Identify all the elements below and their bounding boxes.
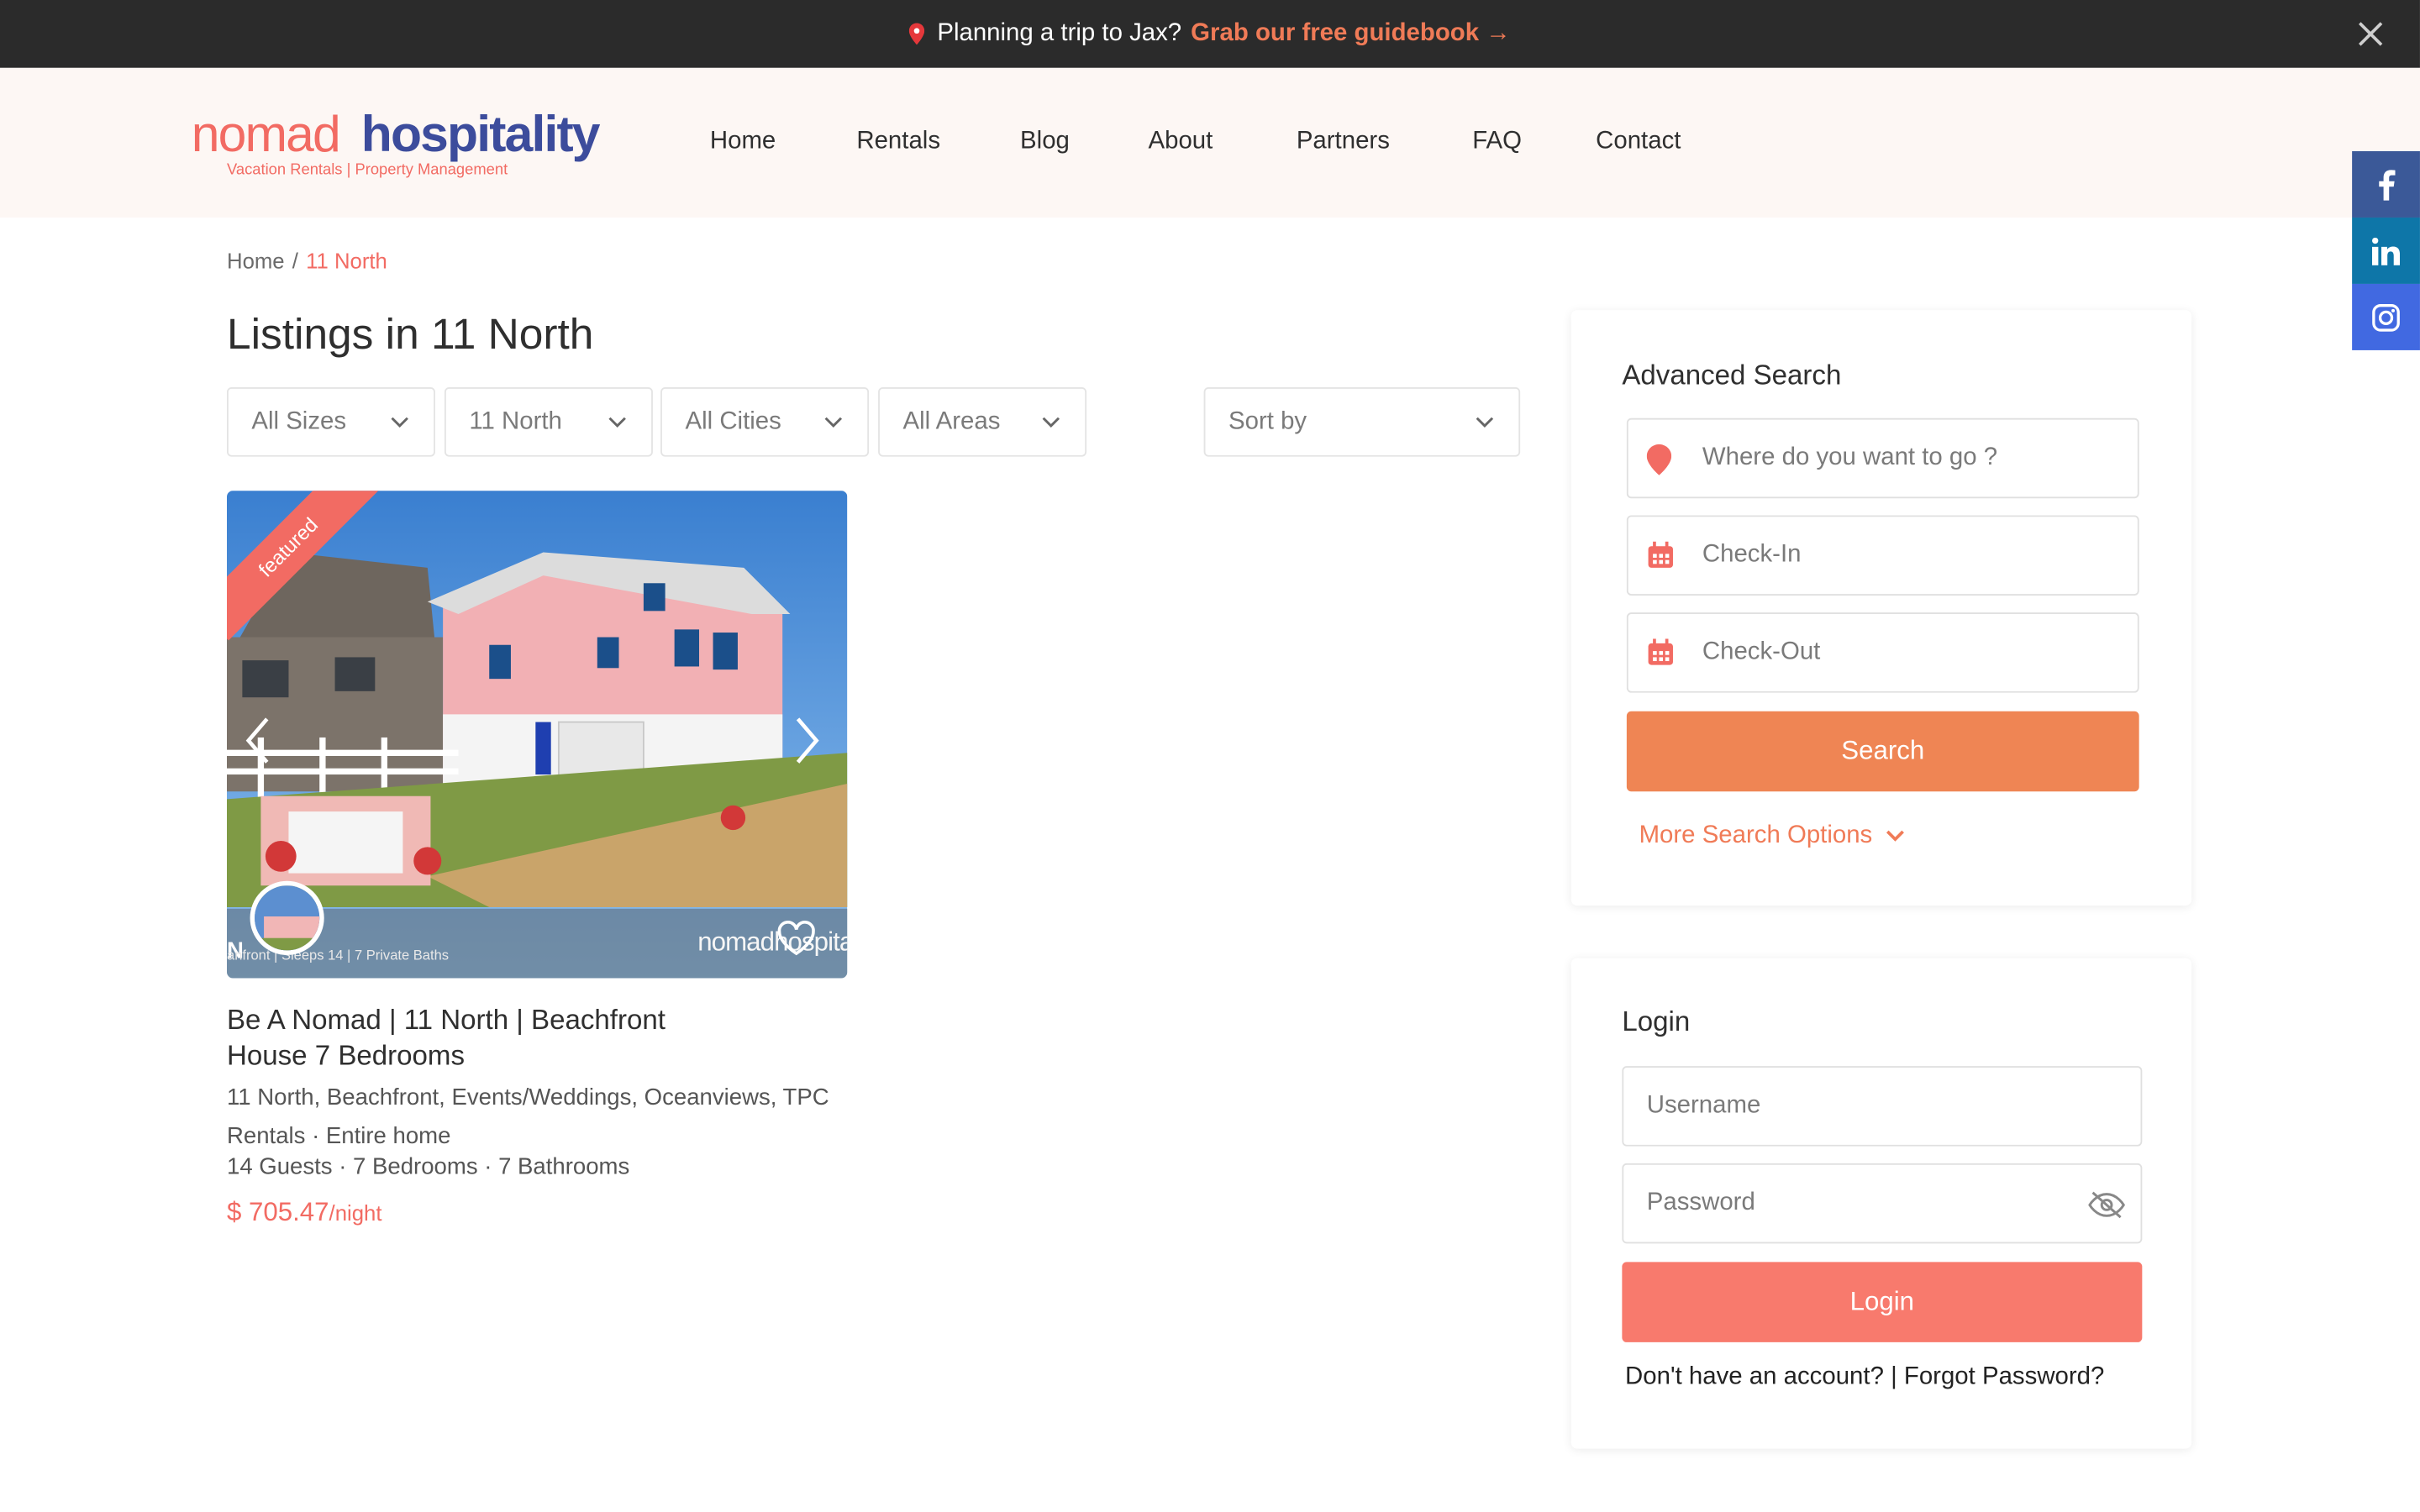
nav-about[interactable]: About <box>1149 128 1213 155</box>
size-filter-dropdown[interactable]: All Sizes <box>226 387 435 457</box>
listing-image[interactable]: N anfront | Sleeps 14 | 7 Private Baths … <box>226 491 848 979</box>
price-value: $ 705.47 <box>226 1197 329 1227</box>
nav-faq[interactable]: FAQ <box>1472 128 1522 155</box>
destination-input[interactable] <box>1702 419 2119 497</box>
facebook-button[interactable] <box>2352 150 2420 218</box>
featured-label: featured <box>226 491 381 641</box>
more-search-options-label: More Search Options <box>1639 822 1873 849</box>
logo-word-nomad: nomad <box>191 104 341 162</box>
logo-tagline: Vacation Rentals | Property Management <box>226 161 508 180</box>
location-pin-icon <box>1646 444 1672 475</box>
login-panel: Login Login Don't have an account? | For… <box>1570 958 2192 1449</box>
announcement-text: Planning a trip to Jax? <box>937 19 1182 47</box>
community-filter-dropdown[interactable]: 11 North <box>444 387 653 457</box>
nav-partners[interactable]: Partners <box>1297 128 1390 155</box>
next-arrow-icon[interactable] <box>786 713 826 769</box>
links-separator: | <box>1883 1363 1904 1390</box>
eye-slash-icon[interactable] <box>2088 1189 2125 1221</box>
city-filter-value: All Cities <box>685 408 781 435</box>
chevron-down-icon <box>824 417 843 428</box>
check-in-field[interactable] <box>1626 515 2139 596</box>
calendar-icon <box>1648 638 1673 665</box>
advanced-search-panel: Advanced Search Search More Search Optio… <box>1570 310 2192 906</box>
breadcrumb-current: 11 North <box>306 248 387 274</box>
social-sidebar <box>2352 150 2420 350</box>
nav-rentals[interactable]: Rentals <box>856 128 940 155</box>
login-title: Login <box>1622 1005 1691 1037</box>
search-button[interactable]: Search <box>1626 711 2139 792</box>
listing-price: $ 705.47/night <box>227 1197 381 1228</box>
prev-arrow-icon[interactable] <box>239 713 280 769</box>
calendar-icon <box>1648 541 1673 568</box>
check-out-field[interactable] <box>1626 612 2139 693</box>
site-logo[interactable]: nomad hospitality Vacation Rentals | Pro… <box>192 105 608 192</box>
advanced-search-title: Advanced Search <box>1622 359 1842 391</box>
username-input[interactable] <box>1646 1067 2110 1145</box>
image-caption-text: anfront | Sleeps 14 | 7 Private Baths <box>226 947 450 963</box>
password-input[interactable] <box>1646 1164 2064 1242</box>
more-search-options-link[interactable]: More Search Options <box>1639 822 1904 850</box>
login-button[interactable]: Login <box>1622 1262 2143 1342</box>
breadcrumb: Home / 11 North <box>227 249 387 273</box>
linkedin-button[interactable] <box>2352 217 2420 284</box>
close-icon[interactable] <box>2355 18 2386 50</box>
area-filter-dropdown[interactable]: All Areas <box>878 387 1087 457</box>
price-period: /night <box>329 1200 382 1226</box>
chevron-down-icon <box>1476 417 1494 428</box>
chevron-down-icon <box>1886 830 1904 842</box>
site-header: nomad hospitality Vacation Rentals | Pro… <box>0 67 2420 218</box>
account-links: Don't have an account? | Forgot Password… <box>1625 1364 2104 1392</box>
instagram-icon <box>2372 303 2400 331</box>
image-watermark: nomadhospita <box>697 927 848 957</box>
check-out-input[interactable] <box>1702 614 2119 691</box>
instagram-button[interactable] <box>2352 283 2420 350</box>
breadcrumb-home[interactable]: Home <box>227 249 285 273</box>
check-in-input[interactable] <box>1702 517 2119 595</box>
owner-avatar[interactable] <box>250 880 324 955</box>
community-filter-value: 11 North <box>469 408 562 435</box>
announcement-bar: Planning a trip to Jax? Grab our free gu… <box>0 0 2420 68</box>
forgot-password-link[interactable]: Forgot Password? <box>1904 1364 2104 1390</box>
chevron-down-icon <box>1042 417 1060 428</box>
page-title: Listings in 11 North <box>226 310 594 359</box>
sort-value: Sort by <box>1228 408 1307 435</box>
listing-title[interactable]: Be A Nomad | 11 North | Beachfront House… <box>227 1003 751 1074</box>
listing-categories: 11 North, Beachfront, Events/Weddings, O… <box>226 1084 829 1150</box>
breadcrumb-separator: / <box>292 248 298 274</box>
size-filter-value: All Sizes <box>251 408 347 435</box>
heart-icon[interactable] <box>776 920 817 957</box>
map-pin-icon <box>909 23 925 45</box>
logo-word-hospitality: hospitality <box>360 104 601 162</box>
featured-ribbon: featured <box>226 491 381 645</box>
facebook-icon <box>2379 169 2396 200</box>
linkedin-icon <box>2372 236 2401 265</box>
chevron-down-icon <box>608 417 626 428</box>
register-link[interactable]: Don't have an account? <box>1625 1364 1884 1390</box>
username-field[interactable] <box>1622 1066 2143 1147</box>
listing-details: 14 Guests · 7 Bedrooms · 7 Bathrooms <box>226 1153 630 1181</box>
sort-dropdown[interactable]: Sort by <box>1203 387 1521 457</box>
password-field[interactable] <box>1622 1163 2143 1244</box>
city-filter-dropdown[interactable]: All Cities <box>660 387 870 457</box>
destination-field[interactable] <box>1626 417 2139 499</box>
guidebook-link[interactable]: Grab our free guidebook → <box>1191 20 1510 48</box>
nav-contact[interactable]: Contact <box>1596 128 1681 155</box>
nav-blog[interactable]: Blog <box>1020 128 1070 155</box>
chevron-down-icon <box>391 417 408 428</box>
area-filter-value: All Areas <box>902 408 1001 435</box>
nav-home[interactable]: Home <box>710 128 776 155</box>
